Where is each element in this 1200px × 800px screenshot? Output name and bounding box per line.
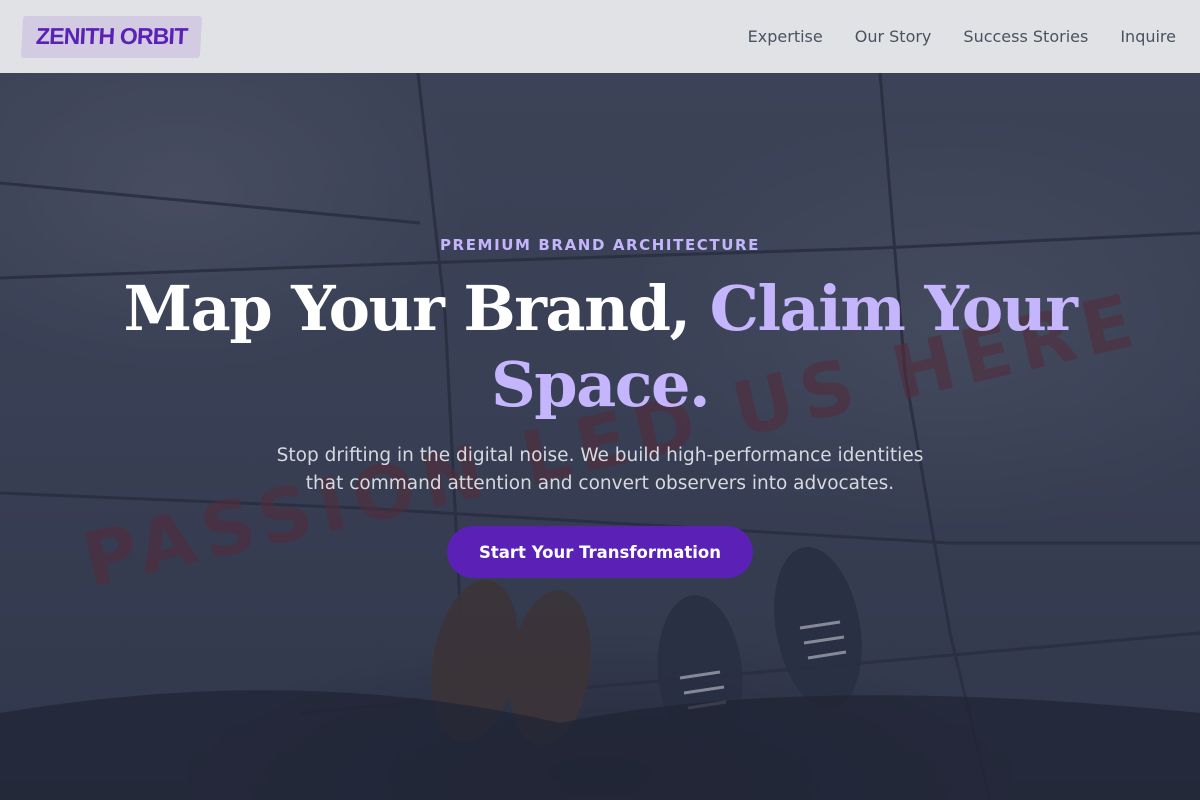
nav-link-expertise[interactable]: Expertise [748, 27, 823, 46]
nav-link-inquire[interactable]: Inquire [1120, 27, 1176, 46]
main-nav: Expertise Our Story Success Stories Inqu… [748, 27, 1176, 46]
nav-link-our-story[interactable]: Our Story [855, 27, 932, 46]
hero-eyebrow: PREMIUM BRAND ARCHITECTURE [439, 236, 761, 254]
hero-subtext: Stop drifting in the digital noise. We b… [276, 445, 924, 494]
headline-main: Map Your Brand, [123, 272, 710, 345]
hero-headline: Map Your Brand, Claim Your Space. [100, 271, 1100, 423]
hero-section: PASSION LED US HERE PREMIUM BRAND ARCHIT… [0, 73, 1200, 800]
nav-link-success-stories[interactable]: Success Stories [963, 27, 1088, 46]
hero-content: PREMIUM BRAND ARCHITECTURE Map Your Bran… [0, 73, 1200, 800]
brand-logo[interactable]: ZENITH ORBIT [20, 15, 203, 58]
site-header: ZENITH ORBIT Expertise Our Story Success… [0, 0, 1200, 73]
start-transformation-button[interactable]: Start Your Transformation [447, 526, 753, 578]
